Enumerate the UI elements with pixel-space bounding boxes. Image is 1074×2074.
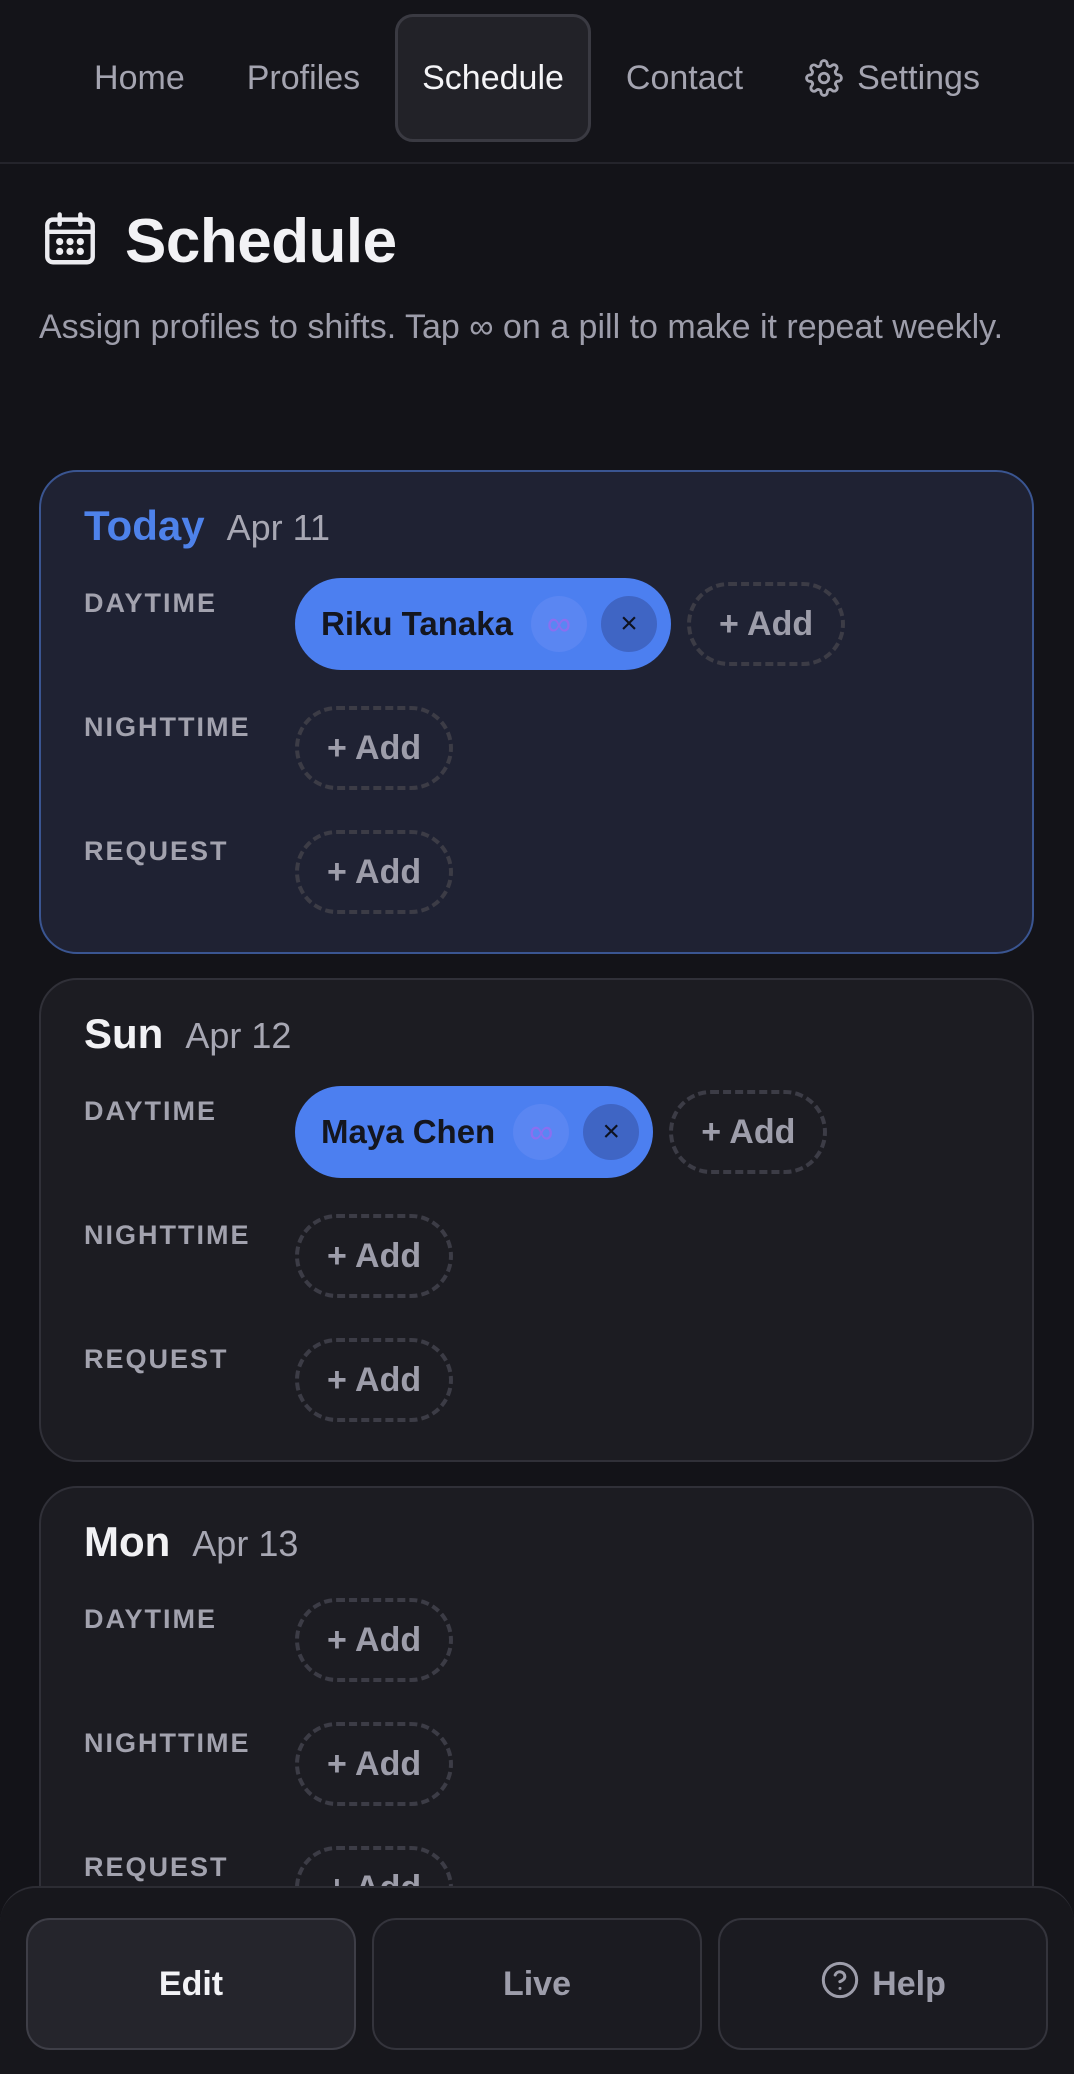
calendar-icon <box>39 208 101 275</box>
shift-row-request: REQUEST + Add <box>84 810 989 934</box>
shift-assignees: + Add <box>295 1722 454 1806</box>
shift-row-request: REQUEST + Add <box>84 1318 989 1442</box>
nav-items: Home Profiles Schedule Contact Settings <box>67 14 1007 142</box>
shift-label: DAYTIME <box>84 588 218 618</box>
shift-label: REQUEST <box>84 1344 229 1374</box>
page-subtitle: Assign profiles to shifts. Tap ∞ on a pi… <box>39 308 1004 346</box>
add-assignee-button[interactable]: + Add <box>686 582 846 666</box>
shift-label: NIGHTTIME <box>84 1728 251 1758</box>
nav-schedule[interactable]: Schedule <box>395 14 591 142</box>
day-date: Apr 11 <box>226 507 330 548</box>
shift-row-nighttime: NIGHTTIME + Add <box>84 1702 989 1826</box>
day-name: Sun <box>84 1010 164 1057</box>
tab-help[interactable]: Help <box>718 1918 1048 2050</box>
shift-assignees: + Add <box>295 1338 454 1422</box>
repeat-infinity-icon[interactable]: ∞ <box>530 596 587 652</box>
shift-row-nighttime: NIGHTTIME + Add <box>84 1194 989 1318</box>
assignee-pill[interactable]: Riku Tanaka ∞ × <box>295 578 671 670</box>
tab-live-label: Live <box>502 1964 572 2003</box>
top-nav: Home Profiles Schedule Contact Settings <box>0 0 1074 164</box>
day-header: Today Apr 11 <box>84 502 989 562</box>
day-header: Mon Apr 13 <box>84 1518 989 1578</box>
day-name: Today <box>84 502 205 549</box>
tab-live[interactable]: Live <box>372 1918 702 2050</box>
shift-label: DAYTIME <box>84 1604 218 1634</box>
shift-assignees: + Add <box>295 1214 454 1298</box>
shift-label: REQUEST <box>84 836 229 866</box>
day-card-today: Today Apr 11 DAYTIME Riku Tanaka ∞ × + A… <box>39 470 1034 954</box>
nav-settings[interactable]: Settings <box>778 14 1007 142</box>
add-assignee-button[interactable]: + Add <box>295 706 454 790</box>
shift-assignees: + Add <box>295 830 454 914</box>
shift-assignees: Maya Chen ∞ × + Add <box>295 1086 828 1178</box>
shift-label: REQUEST <box>84 1852 229 1882</box>
day-date: Apr 12 <box>185 1015 292 1056</box>
add-assignee-button[interactable]: + Add <box>295 1598 454 1682</box>
bottom-tab-bar: Edit Live Help <box>0 1886 1074 2074</box>
shift-label: NIGHTTIME <box>84 1220 251 1250</box>
nav-profiles[interactable]: Profiles <box>220 14 387 142</box>
shift-label: NIGHTTIME <box>84 712 251 742</box>
assignee-pill[interactable]: Maya Chen ∞ × <box>295 1086 654 1178</box>
shift-row-daytime: DAYTIME Riku Tanaka ∞ × + Add <box>84 562 989 686</box>
add-assignee-button[interactable]: + Add <box>295 830 454 914</box>
shift-row-nighttime: NIGHTTIME + Add <box>84 686 989 810</box>
day-card-sun: Sun Apr 12 DAYTIME Maya Chen ∞ × + Add N… <box>39 978 1034 1462</box>
shift-assignees: + Add <box>295 1598 454 1682</box>
page-title: Schedule <box>125 207 397 276</box>
nav-contact[interactable]: Contact <box>599 14 770 142</box>
schedule-days: Today Apr 11 DAYTIME Riku Tanaka ∞ × + A… <box>39 470 1034 1994</box>
repeat-infinity-icon[interactable]: ∞ <box>513 1104 570 1160</box>
tab-help-label: Help <box>872 1964 946 2003</box>
add-assignee-button[interactable]: + Add <box>669 1090 828 1174</box>
shift-row-daytime: DAYTIME + Add <box>84 1578 989 1702</box>
title-row: Schedule <box>39 206 1039 277</box>
nav-settings-label: Settings <box>857 58 980 97</box>
add-assignee-button[interactable]: + Add <box>295 1722 454 1806</box>
tab-edit[interactable]: Edit <box>26 1918 356 2050</box>
help-circle-icon <box>820 1960 860 2009</box>
assignee-name: Riku Tanaka <box>321 605 513 642</box>
day-date: Apr 13 <box>192 1523 299 1564</box>
nav-home[interactable]: Home <box>67 14 212 142</box>
shift-row-daytime: DAYTIME Maya Chen ∞ × + Add <box>84 1070 989 1194</box>
day-header: Sun Apr 12 <box>84 1010 989 1070</box>
close-icon[interactable]: × <box>583 1104 640 1160</box>
shift-assignees: + Add <box>295 706 454 790</box>
assignee-name: Maya Chen <box>321 1113 496 1150</box>
shift-assignees: Riku Tanaka ∞ × + Add <box>295 578 846 670</box>
add-assignee-button[interactable]: + Add <box>295 1214 454 1298</box>
page-header: Schedule Assign profiles to shifts. Tap … <box>39 206 1039 356</box>
shift-label: DAYTIME <box>84 1096 218 1126</box>
add-assignee-button[interactable]: + Add <box>295 1338 454 1422</box>
close-icon[interactable]: × <box>600 596 657 652</box>
day-name: Mon <box>84 1518 171 1565</box>
tab-edit-label: Edit <box>158 1964 224 2003</box>
gear-icon <box>805 59 843 97</box>
